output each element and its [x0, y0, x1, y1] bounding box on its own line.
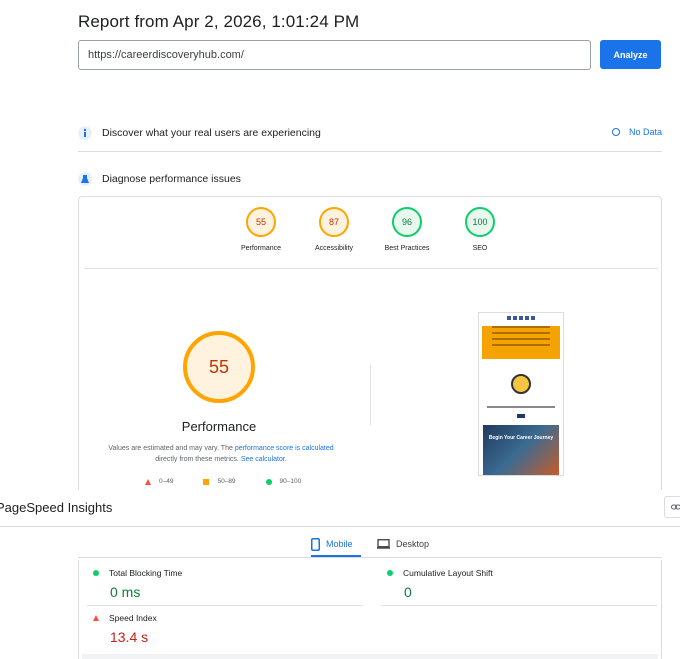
metric-speed-index: Speed Index 13.4 s	[93, 613, 157, 645]
mobile-icon	[311, 537, 320, 551]
metrics-panel: Total Blocking Time 0 ms Cumulative Layo…	[78, 560, 662, 659]
page-screenshot-thumbnail: Begin Your Career Journey	[478, 312, 564, 476]
share-link-button[interactable]	[664, 496, 680, 518]
estimate-note: Values are estimated and may vary. The p…	[97, 443, 345, 465]
gauge-seo-label: SEO	[472, 245, 488, 252]
metric-value: 0 ms	[110, 584, 141, 600]
no-data-status: No Data	[611, 127, 662, 137]
metric-cumulative-layout-shift: Cumulative Layout Shift 0	[387, 568, 493, 600]
legend-pass-range: 90–100	[279, 478, 302, 485]
gauge-accessibility[interactable]: 87 Accessibility	[299, 207, 369, 252]
tab-desktop[interactable]: Desktop	[377, 533, 429, 555]
gauge-performance[interactable]: 55 Performance	[226, 207, 296, 252]
thumb-hero-banner: Begin Your Career Journey	[483, 425, 559, 475]
psi-header-divider	[0, 526, 680, 527]
info-icon	[611, 128, 620, 136]
thumb-social-icons	[479, 313, 563, 322]
metric-name: Cumulative Layout Shift	[403, 568, 493, 578]
gauge-performance-score: 55	[246, 207, 276, 237]
gauge-seo[interactable]: 100 SEO	[445, 207, 515, 252]
triangle-icon	[145, 478, 151, 485]
metric-name: Total Blocking Time	[109, 568, 183, 578]
thumb-text-line	[487, 406, 555, 408]
report-title: Report from Apr 2, 2026, 1:01:24 PM	[78, 12, 360, 31]
legend-pass: 90–100	[265, 478, 302, 485]
gauge-best-practices[interactable]: 96 Best Practices	[372, 207, 442, 252]
flask-icon	[78, 172, 92, 186]
fail-triangle-icon	[93, 615, 99, 621]
score-gauges: 55 Performance 87 Accessibility 96 Best …	[79, 207, 663, 263]
see-calculator-link[interactable]: See calculator.	[241, 456, 287, 463]
gauge-accessibility-label: Accessibility	[314, 245, 354, 252]
metric-name: Speed Index	[109, 613, 157, 623]
crux-section-header: Discover what your real users are experi…	[78, 121, 662, 145]
no-data-label: No Data	[628, 127, 662, 137]
crux-label: Discover what your real users are experi…	[102, 127, 321, 139]
performance-big-label: Performance	[181, 419, 257, 434]
tabs-divider	[78, 557, 662, 558]
performance-big-gauge: 55	[183, 331, 255, 403]
tab-desktop-label: Desktop	[396, 539, 430, 549]
bottom-strip	[82, 654, 658, 659]
pass-circle-icon	[387, 570, 393, 576]
users-icon	[78, 126, 92, 140]
metric-value: 0	[404, 584, 412, 600]
metric-divider	[87, 605, 363, 606]
diagnose-section-header: Diagnose performance issues	[78, 167, 662, 191]
metric-value: 13.4 s	[110, 629, 149, 645]
performance-score-link[interactable]: performance score is calculated	[235, 445, 334, 452]
estimate-note-prefix: Values are estimated and may vary. The	[108, 445, 235, 452]
square-icon	[203, 478, 210, 485]
lighthouse-report-card: 55 Performance 87 Accessibility 96 Best …	[78, 196, 662, 496]
gauge-best-practices-label: Best Practices	[384, 245, 430, 252]
thumb-menu-button	[517, 414, 525, 418]
pass-circle-icon	[93, 570, 99, 576]
gauge-seo-score: 100	[465, 207, 495, 237]
gauge-best-practices-score: 96	[392, 207, 422, 237]
legend-average: 50–89	[203, 478, 236, 485]
section-divider	[78, 151, 662, 152]
estimate-note-mid: directly from these metrics.	[155, 456, 241, 463]
desktop-icon	[377, 539, 390, 549]
legend-fail: 0–49	[145, 478, 173, 485]
legend-average-range: 50–89	[217, 478, 236, 485]
circle-icon	[265, 478, 272, 485]
metric-divider	[381, 605, 657, 606]
link-icon	[671, 504, 680, 510]
tab-mobile-label: Mobile	[326, 539, 353, 549]
gauge-accessibility-score: 87	[319, 207, 349, 237]
legend-fail-range: 0–49	[159, 478, 174, 485]
metric-total-blocking-time: Total Blocking Time 0 ms	[93, 568, 182, 600]
psi-title: PageSpeed Insights	[0, 500, 113, 515]
thumb-logo	[511, 374, 531, 394]
thumb-header-banner	[482, 326, 560, 359]
analyze-button[interactable]: Analyze	[600, 40, 661, 69]
card-divider	[84, 268, 658, 269]
gauge-performance-label: Performance	[240, 245, 282, 252]
diagnose-label: Diagnose performance issues	[102, 173, 241, 185]
url-input[interactable]	[78, 40, 591, 70]
vertical-divider	[370, 365, 371, 425]
tab-mobile[interactable]: Mobile	[311, 533, 353, 555]
score-legend: 0–49 50–89 90–100	[145, 478, 301, 485]
